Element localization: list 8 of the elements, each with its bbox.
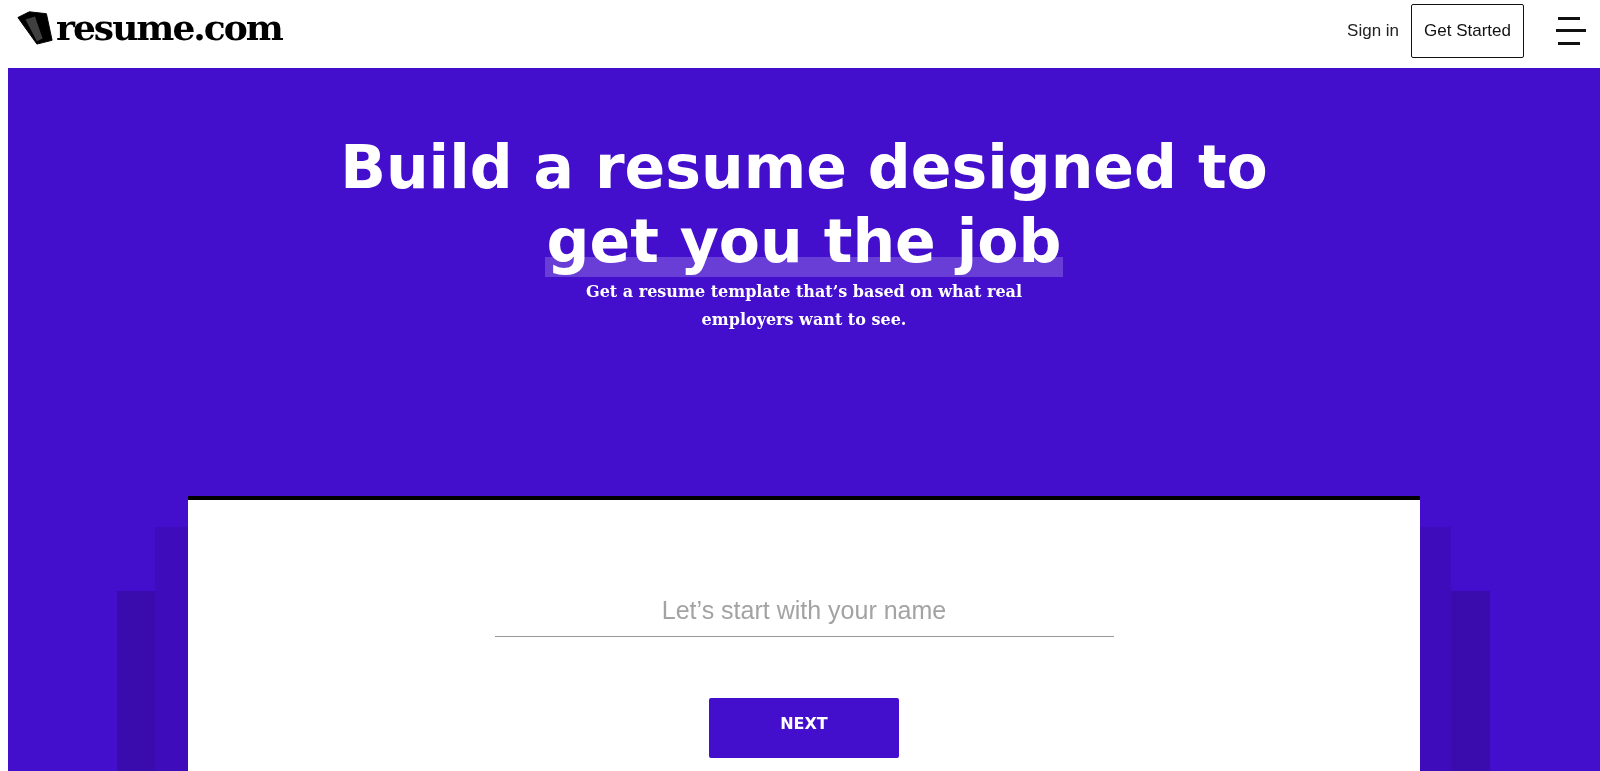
next-button[interactable]: NEXT	[709, 698, 899, 758]
menu-icon[interactable]	[1556, 15, 1586, 47]
sign-in-link[interactable]: Sign in	[1347, 21, 1400, 41]
book-icon	[16, 8, 54, 46]
logo[interactable]: resume.com	[56, 6, 282, 48]
get-started-button[interactable]: Get Started	[1411, 4, 1524, 58]
subtitle: Get a resume template that’s based on what real employers want to see.	[584, 281, 1023, 331]
headline: Build a resume designed to get you the job	[339, 131, 1269, 278]
